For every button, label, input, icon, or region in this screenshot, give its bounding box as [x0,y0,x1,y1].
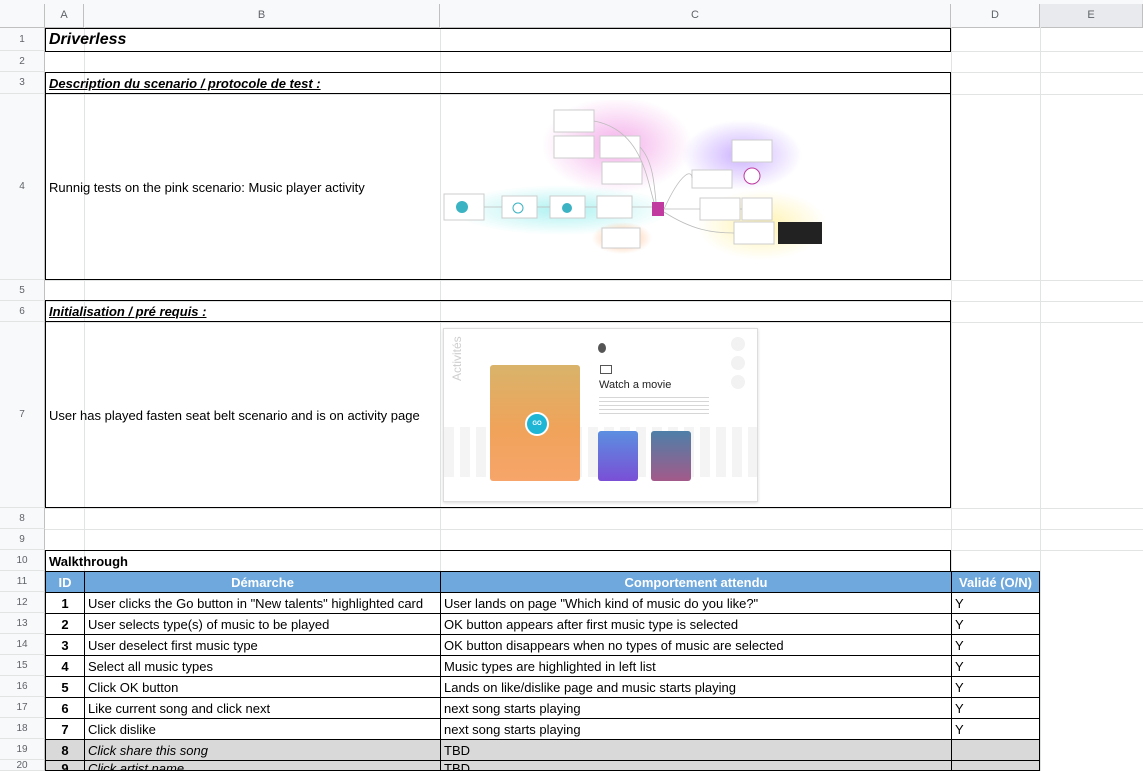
select-all-corner[interactable] [0,4,45,27]
row-expected[interactable]: next song starts playing [440,697,952,719]
column-header-e[interactable]: E [1040,4,1143,27]
row-header[interactable]: 13 [0,613,45,634]
film-icon [600,365,612,374]
row-id[interactable]: 5 [45,676,85,698]
row-header[interactable]: 17 [0,697,45,718]
scenario-diagram-image [442,97,832,272]
row-header[interactable]: 3 [0,72,45,94]
go-button[interactable]: GO [525,412,549,436]
row-header[interactable]: 2 [0,51,45,72]
row-valid[interactable]: Y [951,697,1040,719]
row-header[interactable]: 19 [0,739,45,760]
side-icon-2[interactable] [731,356,745,370]
movie-card-2[interactable] [651,431,691,481]
row-header[interactable]: 20 [0,760,45,771]
row-expected[interactable]: TBD [440,739,952,761]
row-id[interactable]: 8 [45,739,85,761]
column-header-a[interactable]: A [45,4,84,27]
row-valid[interactable] [951,760,1040,771]
row-step[interactable]: Like current song and click next [84,697,441,719]
row-step[interactable]: Click artist name [84,760,441,771]
row-step[interactable]: Click share this song [84,739,441,761]
row-valid[interactable]: Y [951,676,1040,698]
row-expected[interactable]: OK button appears after first music type… [440,613,952,635]
row-header[interactable]: 15 [0,655,45,676]
row-header[interactable]: 11 [0,571,45,592]
row-valid[interactable]: Y [951,592,1040,614]
side-icon-1[interactable] [731,337,745,351]
row-header[interactable]: 6 [0,301,45,322]
column-header-b[interactable]: B [84,4,440,27]
row-header[interactable]: 9 [0,529,45,550]
row-header[interactable]: 10 [0,550,45,571]
row-valid[interactable]: Y [951,634,1040,656]
row-header[interactable]: 8 [0,508,45,529]
row-step[interactable]: User clicks the Go button in "New talent… [84,592,441,614]
row-valid[interactable] [951,739,1040,761]
scenario-flow-diagram [443,97,827,260]
scenario-heading[interactable]: Description du scenario / protocole de t… [45,72,951,94]
row-header[interactable]: 7 [0,322,45,508]
row-expected[interactable]: TBD [440,760,952,771]
row-step[interactable]: Click dislike [84,718,441,740]
row-valid[interactable]: Y [951,655,1040,677]
activity-page-image: Activités GO Watch a movie [443,328,758,502]
scenario-text[interactable]: Runnig tests on the pink scenario: Music… [46,94,440,280]
row-id[interactable]: 4 [45,655,85,677]
row-expected[interactable]: next song starts playing [440,718,952,740]
table-header-expected[interactable]: Comportement attendu [440,571,952,593]
init-heading[interactable]: Initialisation / pré requis : [45,300,951,322]
row-expected[interactable]: User lands on page "Which kind of music … [440,592,952,614]
row-step[interactable]: Click OK button [84,676,441,698]
row-header[interactable]: 5 [0,280,45,301]
row-header[interactable]: 18 [0,718,45,739]
row-step[interactable]: User selects type(s) of music to be play… [84,613,441,635]
row-id[interactable]: 9 [45,760,85,771]
row-header[interactable]: 1 [0,28,45,51]
side-icon-3[interactable] [731,375,745,389]
row-header[interactable]: 12 [0,592,45,613]
row-header[interactable]: 16 [0,676,45,697]
table-header-valid[interactable]: Validé (O/N) [951,571,1040,593]
row-id[interactable]: 2 [45,613,85,635]
row-id[interactable]: 3 [45,634,85,656]
sheet-title[interactable]: Driverless [45,28,951,52]
spreadsheet-grid: A B C D E 1 2 3 4 5 6 7 8 9 10 11 12 13 … [0,0,1143,771]
row-id[interactable]: 6 [45,697,85,719]
row-step[interactable]: Select all music types [84,655,441,677]
row-step[interactable]: User deselect first music type [84,634,441,656]
row-expected[interactable]: Music types are highlighted in left list [440,655,952,677]
row-header[interactable]: 4 [0,94,45,280]
activity-heading: Watch a movie [599,379,672,391]
table-header-step[interactable]: Démarche [84,571,441,593]
row-expected[interactable]: Lands on like/dislike page and music sta… [440,676,952,698]
column-header-c[interactable]: C [440,4,951,27]
activity-description [599,397,709,417]
table-header-id[interactable]: ID [45,571,85,593]
row-header[interactable]: 14 [0,634,45,655]
row-expected[interactable]: OK button disappears when no types of mu… [440,634,952,656]
init-text[interactable]: User has played fasten seat belt scenari… [46,322,440,508]
row-id[interactable]: 1 [45,592,85,614]
row-valid[interactable]: Y [951,613,1040,635]
column-header-d[interactable]: D [951,4,1040,27]
row-valid[interactable]: Y [951,718,1040,740]
walkthrough-label[interactable]: Walkthrough [45,550,951,572]
activity-side-label: Activités [450,336,464,381]
movie-card-1[interactable] [598,431,638,481]
alien-icon [598,343,606,353]
row-id[interactable]: 7 [45,718,85,740]
